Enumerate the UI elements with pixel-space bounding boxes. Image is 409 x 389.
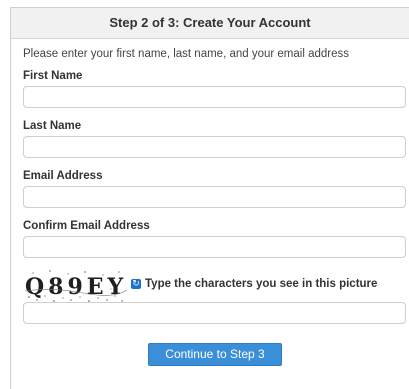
confirm-email-label: Confirm Email Address [23,220,150,232]
last-name-input[interactable] [23,136,406,158]
create-account-panel: Step 2 of 3: Create Your Account Please … [10,7,409,389]
first-name-input[interactable] [23,86,406,108]
last-name-label: Last Name [23,120,82,132]
panel-title: Step 2 of 3: Create Your Account [11,8,409,39]
captcha-input[interactable] [23,302,406,324]
first-name-label: First Name [23,70,83,82]
refresh-icon[interactable]: ↻ [131,279,141,289]
continue-button[interactable]: Continue to Step 3 [148,343,282,366]
captcha-image: Q89EY [23,267,127,303]
email-label: Email Address [23,170,103,182]
email-input[interactable] [23,186,406,208]
captcha-prompt: Type the characters you see in this pict… [145,278,378,290]
confirm-email-input[interactable] [23,236,406,258]
captcha-characters: Q89EY [25,274,127,300]
instructions-text: Please enter your first name, last name,… [23,48,349,60]
